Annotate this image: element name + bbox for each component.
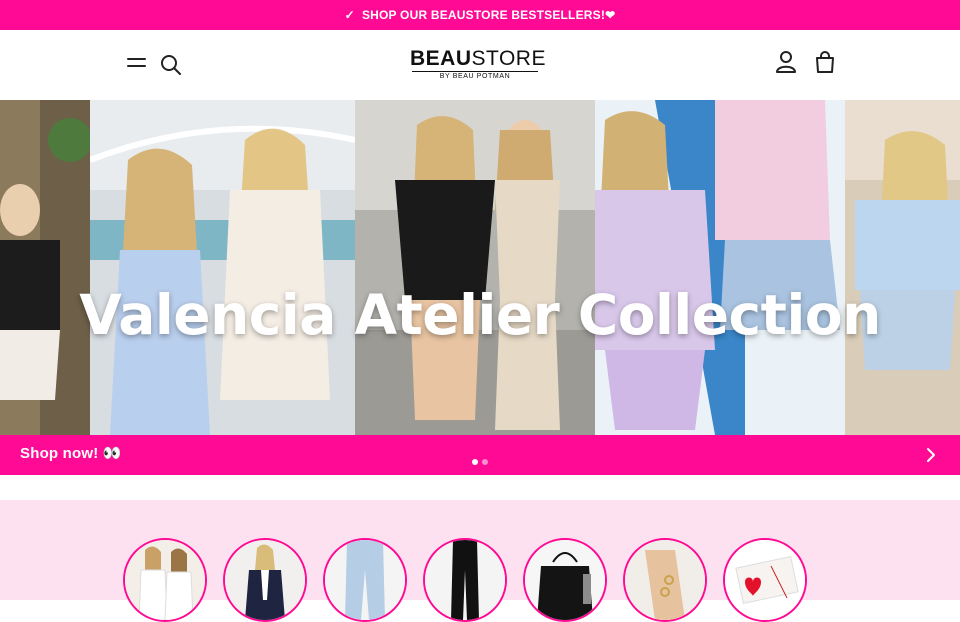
slide-dot-1[interactable] <box>472 459 478 465</box>
category-blazers[interactable] <box>223 538 307 622</box>
category-carousel <box>0 500 960 622</box>
gift-card-heart-thumbnail <box>725 540 805 620</box>
woman-blazer-thumbnail <box>225 540 305 620</box>
hero-photo-2 <box>90 100 355 435</box>
logo-store: STORE <box>471 47 546 70</box>
chevron-right-icon[interactable] <box>922 446 940 464</box>
shopping-bag-icon[interactable] <box>814 50 836 74</box>
category-giftcard[interactable] <box>723 538 807 622</box>
checkmark-icon: ✓ <box>344 8 355 22</box>
hero-photo-3 <box>355 100 595 435</box>
category-trousers[interactable] <box>423 538 507 622</box>
two-women-white-tops-thumbnail <box>125 540 205 620</box>
hero-cta-bar: Shop now! 👀 <box>0 435 960 475</box>
category-jewelry[interactable] <box>623 538 707 622</box>
hero-slideshow[interactable]: Valencia Atelier Collection <box>0 100 960 435</box>
black-trousers-thumbnail <box>425 540 505 620</box>
heart-icon: ❤ <box>605 8 616 22</box>
slide-dots <box>472 459 488 465</box>
hand-rings-jewelry-thumbnail <box>625 540 705 620</box>
category-tops[interactable] <box>123 538 207 622</box>
hero-title: Valencia Atelier Collection <box>79 283 881 347</box>
hero-photo-4 <box>595 100 845 435</box>
shop-now-link[interactable]: Shop now! 👀 <box>20 444 122 462</box>
logo-beau: BEAU <box>410 47 472 70</box>
logo-subtitle: BY BEAU POTMAN <box>439 73 511 80</box>
category-bags[interactable] <box>523 538 607 622</box>
search-icon[interactable] <box>160 54 182 76</box>
announcement-bar[interactable]: ✓ SHOP OUR BEAUSTORE BESTSELLERS! ❤ <box>0 0 960 30</box>
slide-dot-2[interactable] <box>482 459 488 465</box>
hero-photo-5 <box>845 100 960 435</box>
brand-logo[interactable]: BEAUSTORE BY BEAU POTMAN <box>410 47 545 82</box>
announcement-text: SHOP OUR BEAUSTORE BESTSELLERS! <box>361 8 606 22</box>
hamburger-menu-icon[interactable] <box>127 58 147 72</box>
black-tote-bag-thumbnail <box>525 540 605 620</box>
light-jeans-thumbnail <box>325 540 405 620</box>
user-account-icon[interactable] <box>775 50 797 74</box>
hero-photo-1 <box>0 100 90 435</box>
site-header: BEAUSTORE BY BEAU POTMAN <box>0 30 960 100</box>
category-jeans[interactable] <box>323 538 407 622</box>
